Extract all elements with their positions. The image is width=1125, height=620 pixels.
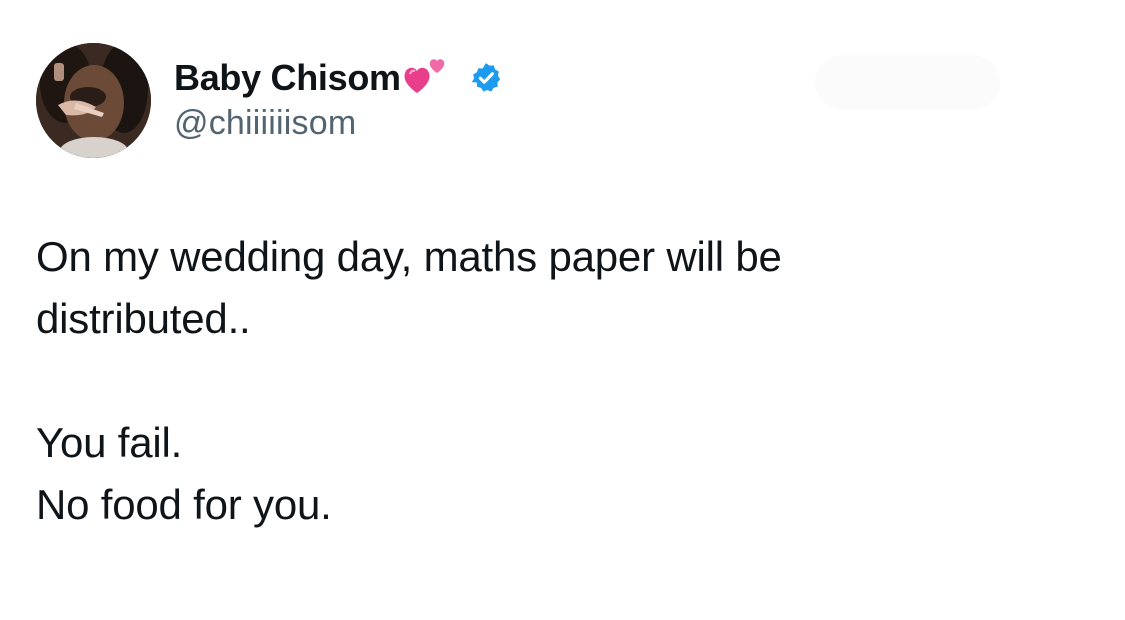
display-name[interactable]: Baby Chisom	[174, 57, 401, 99]
avatar-photo	[36, 43, 151, 158]
author-handle[interactable]: @chiiiiiisom	[174, 104, 356, 143]
tweet-text-line: No food for you.	[36, 481, 332, 528]
tweet-text-line: On my wedding day, maths paper will be	[36, 233, 782, 280]
verified-badge-icon[interactable]	[469, 61, 503, 95]
tweet-text: On my wedding day, maths paper will be d…	[36, 226, 1036, 536]
paragraph-break	[36, 350, 1036, 412]
two-hearts-icon	[403, 53, 449, 99]
tweet-text-line: distributed..	[36, 295, 251, 342]
author-name-row[interactable]: Baby Chisom	[174, 56, 503, 100]
avatar[interactable]	[36, 43, 151, 158]
tweet-text-line: You fail.	[36, 419, 183, 466]
follow-button-area[interactable]	[815, 55, 1000, 110]
tweet-card: Baby Chisom @chiiiiiisom On my wedding d…	[0, 0, 1125, 620]
